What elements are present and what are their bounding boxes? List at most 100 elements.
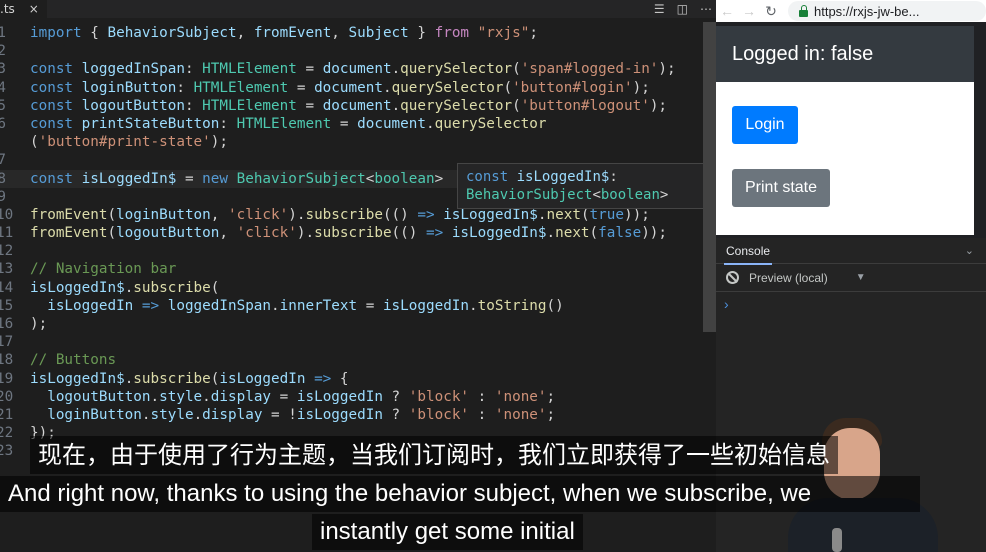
- code-token: next: [555, 225, 590, 242]
- editor-scrollbar[interactable]: [703, 22, 716, 332]
- code-token: boolean: [374, 170, 435, 187]
- code-token: .: [469, 297, 478, 314]
- code-line[interactable]: 21 loginButton.style.display = !isLogged…: [0, 406, 706, 424]
- reload-icon[interactable]: ↻: [760, 3, 782, 20]
- code-token: document: [357, 115, 426, 132]
- code-token: {: [331, 370, 349, 387]
- tab-console[interactable]: Console: [723, 244, 773, 265]
- code-token: (): [546, 297, 564, 314]
- code-token: ).: [296, 225, 315, 242]
- code-token: :: [469, 406, 495, 423]
- code-token: =: [357, 297, 383, 314]
- more-actions-icon[interactable]: ⋯: [700, 2, 712, 16]
- console-prompt-icon[interactable]: ›: [716, 292, 986, 312]
- context-selector[interactable]: Preview (local) ▼: [749, 271, 866, 285]
- editor-tab-label: .ts: [0, 2, 15, 16]
- code-text: ('button#print-state');: [30, 133, 228, 151]
- split-editor-icon[interactable]: ◫: [677, 2, 688, 16]
- login-button[interactable]: Login: [732, 106, 798, 144]
- split-preview-icon[interactable]: ☰: [654, 2, 665, 16]
- code-token: innerText: [279, 297, 358, 314]
- code-token: loginButton: [116, 206, 211, 223]
- line-number: 15: [0, 297, 14, 314]
- code-line[interactable]: 20 logoutButton.style.display = isLogged…: [0, 388, 706, 406]
- code-text: );: [30, 315, 47, 333]
- line-number: 23: [0, 443, 14, 460]
- code-token: 'span#logged-in': [520, 61, 659, 78]
- forward-arrow-icon[interactable]: →: [738, 3, 760, 19]
- code-token: // Buttons: [30, 352, 117, 369]
- code-line[interactable]: 16);: [0, 315, 706, 333]
- code-token: BehaviorSubject: [236, 170, 366, 187]
- code-line[interactable]: 15 isLoggedIn => loggedInSpan.innerText …: [0, 297, 706, 315]
- code-token: .: [271, 297, 280, 314]
- code-token: isLoggedIn: [219, 370, 306, 387]
- code-token: ,: [210, 206, 228, 223]
- clear-console-icon[interactable]: [726, 271, 739, 284]
- code-line[interactable]: 2: [0, 42, 706, 60]
- code-line[interactable]: 11 fromEvent(logoutButton, 'click').subsc…: [0, 224, 706, 242]
- code-line[interactable]: 3 const loggedInSpan: HTMLElement = docum…: [0, 60, 706, 78]
- code-line[interactable]: 14 isLoggedIn$.subscribe(: [0, 279, 706, 297]
- line-number: 19: [0, 370, 14, 387]
- code-area[interactable]: 1 import { BehaviorSubject, fromEvent, Su…: [0, 24, 706, 461]
- code-token: (: [107, 206, 117, 223]
- code-token: display: [210, 388, 272, 405]
- code-line[interactable]: 18 // Buttons: [0, 351, 706, 369]
- editor-tab[interactable]: .ts ×: [0, 0, 47, 18]
- code-token: .: [141, 406, 151, 423]
- code-line[interactable]: 6 const printStateButton: HTMLElement = d…: [0, 115, 706, 133]
- code-token: (: [503, 79, 513, 96]
- code-token: loginButton: [81, 79, 177, 96]
- code-text: const loginButton: HTMLElement = documen…: [30, 79, 650, 97]
- line-number: 14: [0, 279, 14, 296]
- address-bar[interactable]: https://rxjs-jw-be...: [788, 1, 986, 21]
- code-token: HTMLElement: [236, 115, 332, 132]
- code-line[interactable]: ('button#print-state');: [0, 133, 706, 151]
- back-arrow-icon[interactable]: ←: [716, 3, 738, 19]
- code-token: subscribe: [314, 225, 392, 242]
- code-line[interactable]: 4 const loginButton: HTMLElement = docume…: [0, 79, 706, 97]
- code-token: =>: [314, 370, 332, 387]
- code-token: );: [632, 79, 650, 96]
- code-line[interactable]: 19 isLoggedIn$.subscribe(isLoggedIn => {: [0, 370, 706, 388]
- code-token: querySelector: [434, 115, 547, 132]
- code-line[interactable]: 5 const logoutButton: HTMLElement = docum…: [0, 97, 706, 115]
- line-number: 22: [0, 425, 14, 442]
- line-number: 11: [0, 225, 14, 242]
- code-token: );: [210, 134, 228, 151]
- code-token: false: [598, 225, 642, 242]
- code-token: ?: [382, 406, 409, 423]
- code-token: import: [30, 25, 82, 41]
- code-token: isLoggedIn: [296, 388, 383, 405]
- code-token: (: [210, 279, 220, 296]
- code-token: querySelector: [400, 61, 513, 78]
- code-line[interactable]: 12: [0, 242, 706, 260]
- print-state-button[interactable]: Print state: [732, 169, 830, 207]
- chevron-down-icon[interactable]: ⌄: [965, 244, 974, 257]
- code-token: >: [434, 170, 444, 187]
- code-token: (: [580, 206, 590, 223]
- line-number: 20: [0, 388, 14, 405]
- code-token: =>: [425, 225, 444, 242]
- code-token: style: [150, 406, 194, 423]
- code-line[interactable]: 13 // Navigation bar: [0, 260, 706, 278]
- close-icon[interactable]: ×: [29, 2, 39, 16]
- line-number: 2: [0, 43, 6, 60]
- code-line[interactable]: 17: [0, 333, 706, 351]
- code-text: fromEvent(logoutButton, 'click').subscri…: [30, 224, 667, 242]
- code-text: isLoggedIn$.subscribe(isLoggedIn => {: [30, 370, 349, 388]
- code-line[interactable]: 1 import { BehaviorSubject, fromEvent, Su…: [0, 24, 706, 42]
- code-token: .: [391, 97, 401, 114]
- subtitle-english-line-2: instantly get some initial: [312, 514, 583, 550]
